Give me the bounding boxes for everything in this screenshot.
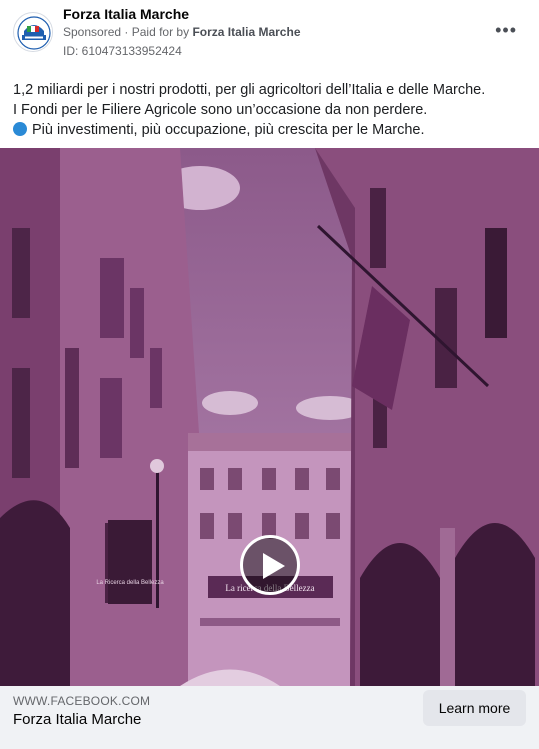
more-horizontal-icon: •••	[495, 20, 517, 40]
page-avatar[interactable]	[13, 12, 53, 52]
post-text-line: 1,2 miliardi per i nostri prodotti, per …	[13, 82, 486, 98]
blue-circle-icon	[13, 122, 27, 136]
video-media[interactable]: La Ricerca della Bellezza La ricerca del…	[0, 148, 539, 686]
link-preview-footer[interactable]: WWW.FACEBOOK.COM Forza Italia Marche Lea…	[0, 686, 539, 749]
paid-for-by-name[interactable]: Forza Italia Marche	[192, 25, 300, 39]
paid-for-prefix: Paid for by	[131, 25, 190, 39]
link-domain: WWW.FACEBOOK.COM	[13, 694, 151, 708]
play-icon	[263, 553, 285, 579]
play-button[interactable]	[240, 535, 300, 595]
video-thumbnail: La Ricerca della Bellezza La ricerca del…	[0, 148, 539, 686]
forza-italia-logo-icon	[15, 14, 52, 51]
post-text-line-bullet: Più investimenti, più occupazione, più c…	[13, 120, 528, 140]
sponsored-label: Sponsored	[63, 25, 122, 39]
sponsored-post-card: Forza Italia Marche Sponsored · Paid for…	[0, 0, 539, 749]
learn-more-button[interactable]: Learn more	[423, 690, 526, 726]
more-options-button[interactable]: •••	[495, 20, 517, 41]
sponsored-meta: Sponsored · Paid for by Forza Italia Mar…	[63, 25, 301, 39]
post-text-line: I Fondi per le Filiere Agricole sono un’…	[13, 102, 428, 118]
poster-text: La Ricerca della Bellezza	[96, 580, 164, 586]
page-name[interactable]: Forza Italia Marche	[63, 6, 189, 22]
meta-separator: ·	[124, 25, 132, 39]
post-header: Forza Italia Marche Sponsored · Paid for…	[0, 0, 539, 70]
post-text-line: Più investimenti, più occupazione, più c…	[32, 122, 425, 138]
link-title[interactable]: Forza Italia Marche	[13, 711, 141, 728]
ad-id: ID: 610473133952424	[63, 44, 182, 58]
post-text: 1,2 miliardi per i nostri prodotti, per …	[13, 80, 528, 140]
